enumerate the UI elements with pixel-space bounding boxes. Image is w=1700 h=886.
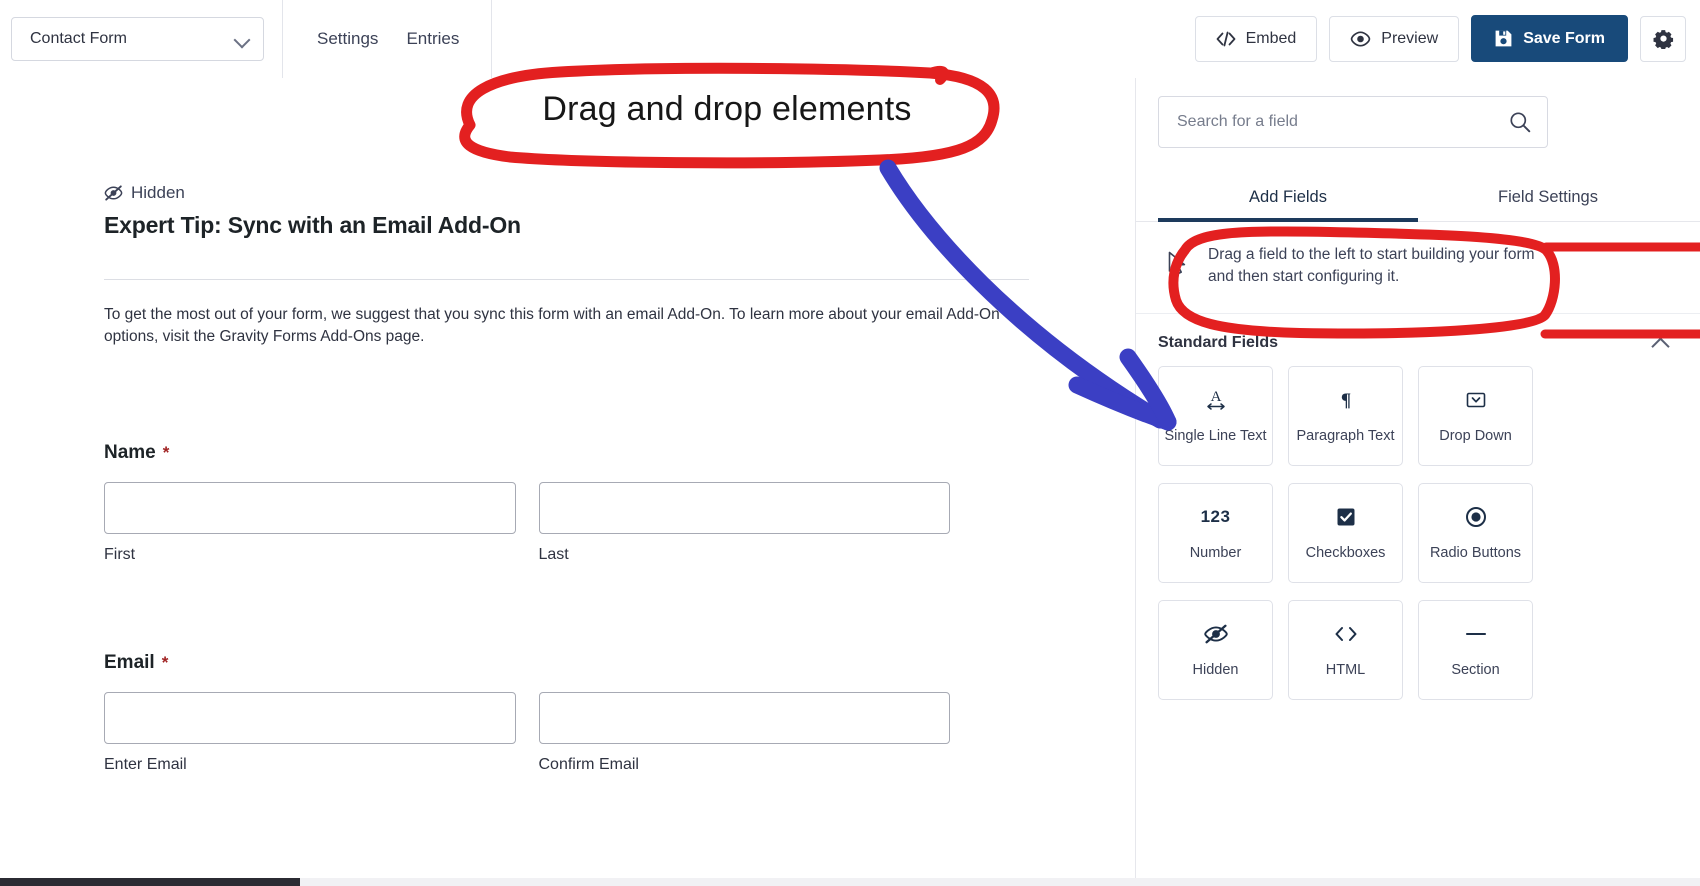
name-subfields-row: First Last	[104, 481, 950, 564]
field-label-name: Name *	[104, 442, 950, 464]
section-title: Expert Tip: Sync with an Email Add-On	[104, 212, 521, 238]
search-icon	[1509, 111, 1531, 133]
save-form-button[interactable]: Save Form	[1471, 15, 1628, 62]
empty-state-hint: Drag a field to the left to start buildi…	[1136, 222, 1700, 314]
form-settings-button[interactable]	[1640, 15, 1686, 62]
svg-text:A: A	[1210, 389, 1221, 405]
standard-fields-card-grid: A Single Line Text ¶ Paragraph Text Drop…	[1136, 365, 1700, 700]
email-enter-subfield: Enter Email	[104, 691, 516, 774]
radio-button-icon	[1464, 505, 1488, 529]
single-line-text-icon: A	[1203, 388, 1229, 412]
nav-tab-settings[interactable]: Settings	[303, 0, 392, 78]
eye-slash-icon	[1203, 622, 1229, 646]
form-builder-app: Contact Form Settings Entries Embed Prev…	[0, 0, 1700, 886]
field-card-section[interactable]: Section	[1418, 599, 1533, 700]
email-confirm-input[interactable]	[538, 691, 950, 744]
field-card-drop-down[interactable]: Drop Down	[1418, 365, 1533, 466]
email-confirm-subfield: Confirm Email	[538, 691, 950, 774]
top-toolbar: Contact Form Settings Entries Embed Prev…	[0, 0, 1700, 78]
field-card-label: Hidden	[1192, 661, 1239, 678]
email-enter-sublabel: Enter Email	[104, 755, 187, 773]
field-card-checkboxes[interactable]: Checkboxes	[1288, 482, 1403, 583]
search-field-container[interactable]	[1158, 96, 1548, 148]
dropdown-icon	[1464, 388, 1488, 412]
name-last-input[interactable]	[538, 481, 950, 534]
field-card-label: Checkboxes	[1305, 544, 1386, 561]
horizontal-scrollbar-track[interactable]	[0, 878, 1700, 886]
tab-add-fields[interactable]: Add Fields	[1158, 178, 1418, 222]
toolbar-divider-2	[491, 0, 493, 78]
hidden-field-tag: Hidden	[104, 183, 950, 203]
code-embed-icon	[1216, 31, 1236, 47]
minus-line-icon	[1463, 622, 1489, 646]
section-description: To get the most out of your form, we sug…	[104, 306, 1000, 346]
form-canvas[interactable]: Hidden Expert Tip: Sync with an Email Ad…	[0, 78, 1135, 886]
save-form-button-label: Save Form	[1523, 29, 1605, 47]
field-card-html[interactable]: HTML	[1288, 599, 1403, 700]
field-card-label: Radio Buttons	[1429, 544, 1522, 561]
required-indicator: *	[162, 442, 170, 462]
field-card-label: HTML	[1325, 661, 1366, 678]
embed-button-label: Embed	[1245, 29, 1297, 47]
floppy-disk-save-icon	[1494, 29, 1513, 48]
name-first-subfield: First	[104, 481, 516, 564]
search-input[interactable]	[1177, 113, 1509, 131]
empty-state-hint-text: Drag a field to the left to start buildi…	[1208, 246, 1535, 286]
builder-body: Hidden Expert Tip: Sync with an Email Ad…	[0, 78, 1700, 886]
cursor-pointer-icon	[1166, 250, 1190, 283]
field-label-email-text: Email	[104, 651, 155, 673]
gear-icon	[1653, 28, 1674, 49]
form-nav-tabs: Settings Entries	[283, 0, 473, 78]
name-last-subfield: Last	[538, 481, 950, 564]
checkbox-icon	[1334, 505, 1358, 529]
field-card-label: Number	[1189, 544, 1242, 561]
form-field-email[interactable]: Email * Enter Email Confirm Email	[104, 652, 950, 774]
form-preview: Hidden Expert Tip: Sync with an Email Ad…	[0, 78, 1029, 774]
pilcrow-icon: ¶	[1334, 388, 1358, 412]
form-selector-value: Contact Form	[30, 29, 127, 47]
code-brackets-icon	[1332, 622, 1360, 646]
tab-field-settings[interactable]: Field Settings	[1418, 178, 1678, 221]
eye-slash-icon	[104, 185, 123, 201]
search-row	[1136, 78, 1700, 148]
field-card-number[interactable]: 123 Number	[1158, 482, 1273, 583]
field-card-hidden[interactable]: Hidden	[1158, 599, 1273, 700]
eye-icon	[1350, 30, 1371, 47]
form-selector-dropdown[interactable]: Contact Form	[11, 16, 264, 61]
chevron-down-icon	[235, 31, 251, 47]
embed-button[interactable]: Embed	[1194, 15, 1318, 62]
field-card-single-line-text[interactable]: A Single Line Text	[1158, 365, 1273, 466]
hidden-field-tag-label: Hidden	[131, 183, 185, 202]
field-library-sidebar: Add Fields Field Settings Drag a field t…	[1135, 78, 1700, 886]
field-card-radio-buttons[interactable]: Radio Buttons	[1418, 482, 1533, 583]
name-last-sublabel: Last	[538, 545, 569, 563]
svg-text:¶: ¶	[1340, 390, 1350, 411]
field-card-label: Drop Down	[1439, 427, 1512, 444]
horizontal-scrollbar-thumb[interactable]	[0, 878, 300, 886]
callout-label-drag-drop: Drag and drop elements	[542, 90, 912, 128]
field-card-label: Section	[1451, 661, 1500, 678]
field-cards-viewport: A Single Line Text ¶ Paragraph Text Drop…	[1136, 365, 1700, 706]
email-subfields-row: Enter Email Confirm Email	[104, 691, 950, 774]
email-enter-input[interactable]	[104, 691, 516, 744]
section-divider	[104, 279, 1029, 280]
chevron-up-icon[interactable]	[1652, 334, 1670, 352]
field-card-label: Single Line Text	[1164, 427, 1267, 444]
form-field-name[interactable]: Name * First Last	[104, 442, 950, 564]
sidebar-tabs: Add Fields Field Settings	[1136, 178, 1700, 222]
name-first-sublabel: First	[104, 545, 136, 563]
standard-fields-group-header[interactable]: Standard Fields	[1136, 314, 1700, 366]
required-indicator-email: *	[161, 652, 169, 672]
nav-tab-entries[interactable]: Entries	[392, 0, 473, 78]
email-confirm-sublabel: Confirm Email	[538, 755, 639, 773]
field-label-name-text: Name	[104, 441, 156, 463]
123-icon: 123	[1200, 506, 1231, 526]
field-card-paragraph-text[interactable]: ¶ Paragraph Text	[1288, 365, 1403, 466]
preview-button[interactable]: Preview	[1329, 15, 1460, 62]
standard-fields-group-label: Standard Fields	[1158, 333, 1279, 351]
field-label-email: Email *	[104, 652, 950, 674]
name-first-input[interactable]	[104, 481, 516, 534]
field-card-label: Paragraph Text	[1296, 427, 1395, 444]
preview-button-label: Preview	[1381, 29, 1439, 47]
